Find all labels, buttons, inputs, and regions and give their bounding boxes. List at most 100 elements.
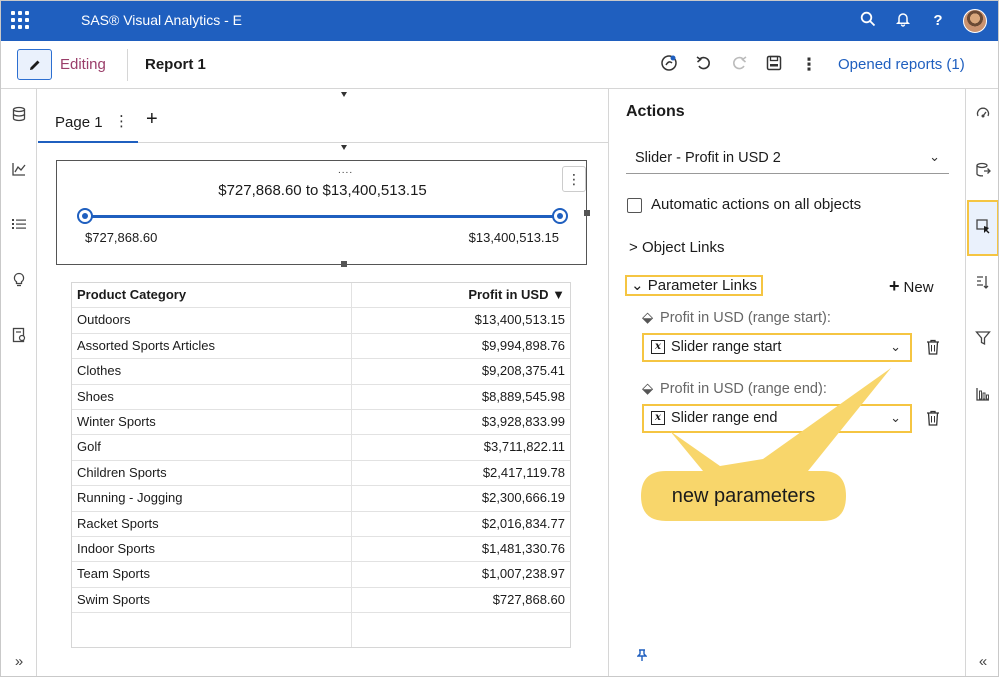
bell-icon[interactable] [893, 11, 913, 31]
objects-icon[interactable] [9, 161, 29, 181]
data-icon[interactable] [9, 106, 29, 126]
slider-max-handle[interactable] [552, 208, 568, 224]
parameter-links-section[interactable]: ⌄ Parameter Links [625, 275, 763, 296]
resize-handle-right[interactable] [584, 210, 590, 216]
filters-icon[interactable] [973, 330, 993, 350]
more-icon[interactable]: ⋮ [798, 54, 820, 76]
redo-icon[interactable] [728, 54, 750, 76]
add-page-button[interactable]: + [146, 108, 158, 131]
pin-icon[interactable] [636, 649, 648, 664]
opened-reports-link[interactable]: Opened reports (1) [838, 56, 965, 73]
outline-icon[interactable] [9, 216, 29, 236]
table-row[interactable]: Swim Sports $727,868.60 [72, 587, 570, 614]
delete-icon[interactable] [925, 339, 941, 357]
edit-toggle-button[interactable] [17, 49, 52, 80]
param-select-end[interactable]: x Slider range end ⌄ [642, 404, 912, 433]
cell-category: Winter Sports [77, 413, 156, 429]
rules-icon[interactable] [973, 274, 993, 294]
apps-grid-icon[interactable] [11, 11, 31, 31]
search-icon[interactable] [858, 11, 878, 31]
param-label-start: ⬙ Profit in USD (range start): [642, 310, 831, 326]
object-links-label: Object Links [641, 239, 725, 256]
actions-icon[interactable] [973, 218, 993, 238]
slider-object[interactable]: .... ⋮ $727,868.60 to $13,400,513.15 $72… [56, 160, 590, 267]
save-icon[interactable] [763, 54, 785, 76]
chevron-down-icon: ⌄ [929, 149, 940, 164]
cell-category: Assorted Sports Articles [77, 337, 215, 353]
report-title[interactable]: Report 1 [145, 56, 206, 73]
object-links-section[interactable]: > Object Links [629, 239, 724, 256]
table-row[interactable]: Racket Sports $2,016,834.77 [72, 511, 570, 537]
object-select-value: Slider - Profit in USD 2 [635, 150, 781, 166]
auto-actions-checkbox[interactable] [627, 198, 642, 213]
cell-profit: $2,300,666.19 [481, 490, 565, 506]
table-row[interactable]: Clothes $9,208,375.41 [72, 359, 570, 385]
cell-category: Swim Sports [77, 591, 150, 607]
cell-profit: $727,868.60 [492, 591, 565, 607]
cell-category: Team Sports [77, 566, 150, 582]
page-templates-icon[interactable] [9, 327, 29, 347]
collapse-rail-icon[interactable]: « [973, 652, 993, 672]
chevron-down-icon: ⌄ [890, 410, 901, 425]
column-header-profit[interactable]: Profit in USD ▼ [468, 287, 565, 302]
object-select[interactable]: Slider - Profit in USD 2 ⌄ [626, 142, 949, 174]
tag-icon: ⬙ [642, 310, 654, 326]
chevron-down-icon: ⌄ [890, 339, 901, 354]
cell-category: Clothes [77, 363, 122, 379]
param-select-start[interactable]: x Slider range start ⌄ [642, 333, 912, 362]
right-rail: « [965, 89, 998, 676]
slider-min-label: $727,868.60 [85, 230, 158, 245]
table-row[interactable]: Outdoors $13,400,513.15 [72, 308, 570, 334]
panel-title: Actions [626, 103, 685, 120]
slider-track[interactable] [84, 215, 560, 218]
tab-page-1[interactable]: Page 1 ⋮ [38, 103, 138, 143]
param-select-start-value: Slider range start [671, 339, 782, 355]
drag-handle[interactable]: .... [338, 165, 353, 176]
table-row[interactable]: Indoor Sports $1,481,330.76 [72, 536, 570, 563]
table-row[interactable]: Golf $3,711,822.11 [72, 435, 570, 461]
slider-range-text: $727,868.60 to $13,400,513.15 [218, 182, 427, 199]
cell-profit: $2,016,834.77 [481, 515, 565, 531]
app-window: SAS® Visual Analytics - E ? Editing Repo… [0, 0, 999, 677]
pencil-icon [29, 60, 39, 70]
tab-more-icon[interactable]: ⋮ [114, 112, 129, 130]
help-icon[interactable]: ? [928, 11, 948, 31]
drop-indicator [341, 145, 347, 150]
expand-rail-icon[interactable]: » [9, 652, 29, 672]
report-canvas: Page 1 ⋮ + .... ⋮ $727,868.60 to $13,400… [38, 89, 608, 676]
cell-category: Children Sports [77, 464, 167, 480]
cell-category: Racket Sports [77, 515, 159, 531]
undo-icon[interactable] [693, 54, 715, 76]
auto-actions-label[interactable]: Automatic actions on all objects [651, 196, 861, 213]
top-bar: SAS® Visual Analytics - E ? [1, 1, 998, 41]
suggestions-icon[interactable] [9, 272, 29, 292]
cell-profit: $3,928,833.99 [481, 413, 565, 429]
cell-profit: $13,400,513.15 [474, 312, 565, 328]
cell-profit: $2,417,119.78 [482, 464, 565, 480]
table-row[interactable]: Running - Jogging $2,300,666.19 [72, 486, 570, 512]
list-table: Product Category Profit in USD ▼ Outdoor… [71, 282, 571, 649]
new-link-button[interactable]: + New [889, 276, 934, 297]
resize-handle-bottom[interactable] [341, 261, 347, 267]
cell-profit: $1,007,238.97 [481, 566, 565, 582]
table-row[interactable]: Shoes $8,889,545.98 [72, 384, 570, 410]
ai-assist-icon[interactable] [658, 54, 680, 76]
options-icon[interactable] [973, 106, 993, 126]
table-row[interactable]: Team Sports $1,007,238.97 [72, 562, 570, 588]
slider-min-handle[interactable] [77, 208, 93, 224]
cell-category: Shoes [77, 388, 114, 404]
cell-profit: $9,994,898.76 [481, 337, 565, 353]
table-row[interactable]: Children Sports $2,417,119.78 [72, 460, 570, 487]
ranks-icon[interactable] [973, 386, 993, 406]
table-row[interactable]: Winter Sports $3,928,833.99 [72, 409, 570, 436]
sort-desc-icon: ▼ [552, 287, 565, 302]
tag-icon: ⬙ [642, 381, 654, 397]
callout-text: new parameters [671, 485, 816, 507]
avatar[interactable] [963, 9, 987, 33]
table-row[interactable]: Assorted Sports Articles $9,994,898.76 [72, 333, 570, 360]
delete-icon[interactable] [925, 410, 941, 428]
roles-icon[interactable] [973, 162, 993, 182]
cell-category: Outdoors [77, 312, 131, 328]
column-header-category[interactable]: Product Category [77, 287, 186, 302]
new-link-label: New [903, 279, 934, 296]
